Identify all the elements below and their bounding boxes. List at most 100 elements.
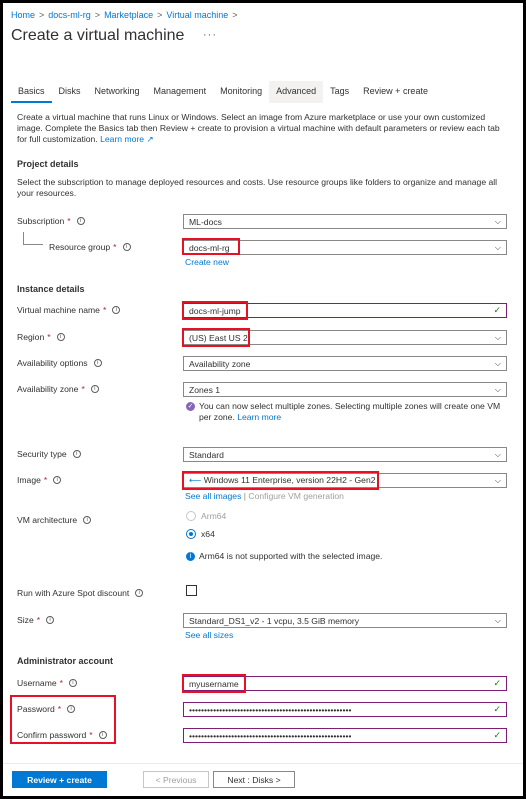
tab-networking[interactable]: Networking (88, 81, 147, 103)
availability-zone-label: Availability zone * i (17, 384, 99, 394)
arch-option-arm64[interactable]: Arm64 (186, 511, 226, 521)
info-icon[interactable]: i (76, 217, 85, 225)
zones-learn-more-link[interactable]: Learn more (237, 412, 281, 422)
username-label-text: Username (17, 678, 57, 688)
availability-options-select[interactable]: Availability zone ⌵ (183, 356, 507, 371)
radio-unselected[interactable] (186, 511, 196, 521)
tab-review-create[interactable]: Review + create (356, 81, 435, 103)
confirm-password-input[interactable]: ••••••••••••••••••••••••••••••••••••••••… (183, 728, 507, 743)
security-type-value: Standard (189, 449, 224, 460)
required-marker: * (102, 305, 107, 315)
tab-disks[interactable]: Disks (52, 81, 88, 103)
learn-more-link[interactable]: Learn more (100, 134, 144, 144)
info-icon[interactable]: i (83, 516, 92, 524)
vm-name-highlight (182, 301, 248, 320)
info-icon[interactable]: i (53, 476, 62, 484)
info-icon[interactable]: i (93, 359, 102, 367)
chevron-down-icon: ⌵ (494, 449, 501, 459)
spot-label: Run with Azure Spot discount i (17, 588, 144, 598)
arch-option-x64[interactable]: x64 (186, 529, 215, 539)
image-links: See all images | Configure VM generation (185, 491, 344, 501)
tab-advanced[interactable]: Advanced (269, 81, 324, 103)
info-icon[interactable]: i (46, 616, 55, 624)
username-highlight (182, 674, 246, 693)
required-marker: * (113, 242, 117, 252)
previous-button[interactable]: < Previous (143, 771, 209, 788)
checkmark-icon: ✓ (493, 704, 501, 715)
breadcrumb-resource-group[interactable]: docs-ml-rg (48, 10, 91, 20)
vm-architecture-label: VM architecture i (17, 515, 92, 525)
info-icon[interactable]: i (90, 385, 99, 393)
size-label-text: Size (17, 615, 34, 625)
checkmark-icon: ✓ (493, 305, 501, 316)
next-disks-button[interactable]: Next : Disks > (213, 771, 295, 788)
radio-selected[interactable] (186, 529, 196, 539)
chevron-down-icon: ⌵ (494, 615, 501, 625)
breadcrumb-home[interactable]: Home (11, 10, 35, 20)
info-icon[interactable]: i (69, 679, 78, 687)
more-options-icon[interactable]: ··· (203, 29, 217, 41)
info-icon[interactable]: i (135, 589, 144, 597)
checkmark-icon: ✓ (493, 678, 501, 689)
chevron-right-icon: > (157, 10, 163, 20)
size-label: Size * i (17, 615, 55, 625)
region-label: Region * i (17, 332, 65, 342)
chevron-down-icon: ⌵ (494, 332, 501, 342)
region-highlight (182, 328, 250, 347)
required-marker: * (67, 216, 71, 226)
availability-options-label-text: Availability options (17, 358, 88, 368)
project-details-heading: Project details (17, 159, 79, 169)
security-type-label-text: Security type (17, 449, 67, 459)
see-all-images-link[interactable]: See all images (185, 491, 241, 501)
availability-options-value: Availability zone (189, 358, 251, 369)
region-label-text: Region (17, 332, 45, 342)
required-marker: * (36, 615, 41, 625)
info-icon[interactable]: i (112, 306, 121, 314)
info-icon[interactable]: i (56, 333, 65, 341)
chevron-right-icon: > (39, 10, 45, 20)
intro-description: Create a virtual machine that runs Linux… (17, 112, 500, 144)
spot-discount-checkbox[interactable] (186, 585, 197, 596)
tab-management[interactable]: Management (147, 81, 214, 103)
info-icon[interactable]: i (122, 243, 131, 251)
availability-zone-value: Zones 1 (189, 384, 221, 395)
project-details-desc: Select the subscription to manage deploy… (17, 177, 498, 198)
password-input[interactable]: ••••••••••••••••••••••••••••••••••••••••… (183, 702, 507, 717)
checkmark-icon: ✓ (493, 730, 501, 741)
image-label-text: Image (17, 475, 41, 485)
chevron-down-icon: ⌵ (494, 358, 501, 368)
zones-note: ✓ You can now select multiple zones. Sel… (186, 401, 506, 423)
vm-name-label-text: Virtual machine name (17, 305, 100, 315)
subscription-select[interactable]: ML-docs ⌵ (183, 214, 507, 229)
info-icon[interactable]: i (72, 450, 81, 458)
breadcrumb-virtual-machine[interactable]: Virtual machine (166, 10, 228, 20)
tab-bar: Basics Disks Networking Management Monit… (11, 81, 435, 103)
arch-note: i Arm64 is not supported with the select… (186, 551, 506, 562)
azure-portal-window: Home > docs-ml-rg > Marketplace > Virtua… (3, 3, 523, 796)
create-new-link[interactable]: Create new (185, 257, 229, 267)
arch-option-arm64-label: Arm64 (201, 511, 227, 521)
resource-group-label-text: Resource group (49, 242, 111, 252)
password-value: ••••••••••••••••••••••••••••••••••••••••… (189, 704, 352, 715)
availability-options-label: Availability options i (17, 358, 102, 368)
tab-monitoring[interactable]: Monitoring (213, 81, 269, 103)
configure-vm-generation-link[interactable]: Configure VM generation (248, 491, 344, 501)
subscription-value: ML-docs (189, 216, 222, 227)
required-marker: * (43, 475, 48, 485)
tab-basics[interactable]: Basics (11, 81, 52, 103)
see-all-sizes-link[interactable]: See all sizes (185, 630, 233, 640)
size-select[interactable]: Standard_DS1_v2 - 1 vcpu, 3.5 GiB memory… (183, 613, 507, 628)
external-link-icon: ↗ (146, 134, 154, 144)
chevron-down-icon: ⌵ (494, 384, 501, 394)
security-type-select[interactable]: Standard ⌵ (183, 447, 507, 462)
chevron-right-icon: > (94, 10, 101, 20)
chevron-down-icon: ⌵ (494, 216, 501, 226)
tab-tags[interactable]: Tags (323, 81, 356, 103)
confirm-password-value: ••••••••••••••••••••••••••••••••••••••••… (189, 730, 352, 741)
review-create-button[interactable]: Review + create (12, 771, 107, 788)
tree-connector (23, 232, 43, 245)
vm-architecture-label-text: VM architecture (17, 515, 78, 525)
username-label: Username * i (17, 678, 78, 688)
breadcrumb-marketplace[interactable]: Marketplace (104, 10, 153, 20)
availability-zone-select[interactable]: Zones 1 ⌵ (183, 382, 507, 397)
